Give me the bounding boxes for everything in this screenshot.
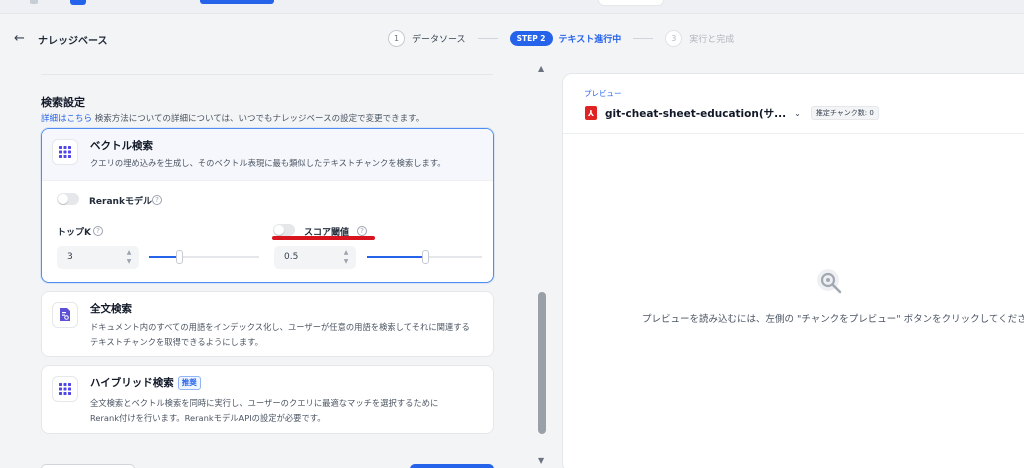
divider [41,74,493,75]
step-1-label: データソース [412,34,466,45]
rerank-label: Rerankモデル [89,197,152,207]
score-slider-fill [367,256,425,258]
settings-panel: 検索設定 詳細はこちら 検索方法についての詳細については、いつでもナレッジベース… [0,62,534,468]
hybrid-grid-icon [52,376,78,402]
browser-top-strip [0,0,1024,14]
top-menu-fragment[interactable] [598,0,664,6]
topk-spinner-icon[interactable]: ▲ ▼ [125,248,133,267]
step-2-label: テキスト進行中 [558,34,622,45]
search-settings-title: 検索設定 [41,96,85,109]
step-3-label: 実行と完成 [689,34,735,45]
step-connector [633,37,654,39]
step-3-number: 3 [665,29,683,47]
scroll-down-icon[interactable]: ▼ [538,456,544,465]
topk-slider-fill [149,256,179,258]
fulltext-search-title: 全文検索 [90,303,132,315]
score-slider-thumb[interactable] [421,250,429,264]
topk-label: トップK [57,228,91,238]
top-tab-fragment[interactable] [30,0,38,4]
hybrid-search-card[interactable]: ハイブリッド検索 推奨 全文検索とベクトル検索を同時に実行し、ユーザーのクエリに最… [41,365,494,434]
topk-slider[interactable] [149,250,259,264]
hybrid-desc-line-2: Rerank付けを行います。RerankモデルAPIの設定が必要です。 [90,413,326,423]
topk-slider-thumb[interactable] [175,250,183,264]
topk-value: 3 [67,252,73,262]
top-button-fragment[interactable] [200,0,274,4]
learn-more-link[interactable]: 詳細はこちら [41,114,92,124]
search-settings-desc-text: 検索方法についての詳細については、いつでもナレッジベースの設定で変更できます。 [92,114,425,124]
next-button[interactable] [410,464,494,468]
pdf-icon: ⅄ [585,106,597,120]
vector-grid-icon [52,139,78,165]
preview-divider [563,133,1024,134]
preview-panel: プレビュー ⅄ git-cheat-sheet-education(サ... ⌄… [562,73,1024,468]
chunk-count-badge: 推定チャンク数: 0 [810,106,879,120]
stepper: 1 データソース STEP 2 テキスト進行中 3 実行と完成 [388,28,734,48]
score-threshold-input[interactable]: 0.5 ▲ ▼ [274,246,356,269]
back-arrow-icon[interactable]: ← [14,31,25,46]
score-threshold-slider[interactable] [367,250,482,264]
preview-file-selector[interactable]: ⅄ git-cheat-sheet-education(サ... ⌄ 推定チャン… [585,105,879,121]
fulltext-desc-line-2: テキストチャンクを取得できるようにします。 [90,337,263,347]
vector-search-card[interactable]: ベクトル検索 クエリの埋め込みを生成し、そのベクトル表現に最も類似したテキストチ… [41,128,494,283]
score-spinner-icon[interactable]: ▲ ▼ [342,248,350,267]
preview-file-name[interactable]: git-cheat-sheet-education(サ... [605,106,786,121]
score-threshold-value: 0.5 [284,252,299,262]
annotation-red-underline [272,236,375,240]
fulltext-search-card[interactable]: 全文検索 ドキュメント内のすべての用語をインデックス化し、ユーザーが任意の用語を… [41,291,494,357]
preview-empty-text: プレビューを読み込むには、左側の "チャンクをプレビュー" ボタンをクリックして… [642,314,1024,325]
step-2-pill: STEP 2 [509,30,553,46]
fulltext-search-description: ドキュメント内のすべての用語をインデックス化し、ユーザーが任意の用語を検索してそ… [90,320,470,350]
score-threshold-help-icon[interactable]: ? [357,226,367,236]
preview-search-icon [817,269,842,294]
rerank-help-icon[interactable]: ? [152,195,162,205]
score-threshold-toggle[interactable] [273,224,295,236]
hybrid-search-description: 全文検索とベクトル検索を同時に実行し、ユーザーのクエリに最適なマッチを選択するた… [90,396,438,426]
scrollbar-thumb[interactable] [538,292,546,434]
scroll-up-icon[interactable]: ▲ [538,64,544,73]
topk-help-icon[interactable]: ? [93,226,103,236]
step-1-number: 1 [388,29,405,47]
chevron-down-icon[interactable]: ⌄ [794,109,801,118]
hybrid-desc-line-1: 全文検索とベクトル検索を同時に実行し、ユーザーのクエリに最適なマッチを選択するた… [90,398,439,408]
hybrid-search-title-text: ハイブリッド検索 [90,377,174,389]
fulltext-desc-line-1: ドキュメント内のすべての用語をインデックス化し、ユーザーが任意の用語を検索してそ… [90,322,470,332]
vector-search-description: クエリの埋め込みを生成し、そのベクトル表現に最も類似したテキストチャンクを検索し… [90,158,446,168]
rerank-toggle[interactable] [57,193,79,205]
back-title[interactable]: ナレッジベース [38,32,108,47]
page-header: ← ナレッジベース 1 データソース STEP 2 テキスト進行中 3 実行と完… [0,14,1024,62]
topk-input[interactable]: 3 ▲ ▼ [57,246,139,269]
hybrid-search-title: ハイブリッド検索 推奨 [90,375,201,390]
top-tab-fragment-active[interactable] [70,0,86,5]
recommended-badge: 推奨 [177,376,201,390]
previous-button[interactable] [41,464,135,468]
document-search-icon [52,302,78,328]
preview-label: プレビュー [584,89,622,98]
vector-search-header[interactable]: ベクトル検索 クエリの埋め込みを生成し、そのベクトル表現に最も類似したテキストチ… [42,129,493,181]
vector-search-title: ベクトル検索 [90,140,153,152]
scrollbar[interactable]: ▲ ▼ [534,62,550,468]
step-connector [477,37,498,39]
search-settings-description: 詳細はこちら 検索方法についての詳細については、いつでもナレッジベースの設定で変… [41,112,424,124]
